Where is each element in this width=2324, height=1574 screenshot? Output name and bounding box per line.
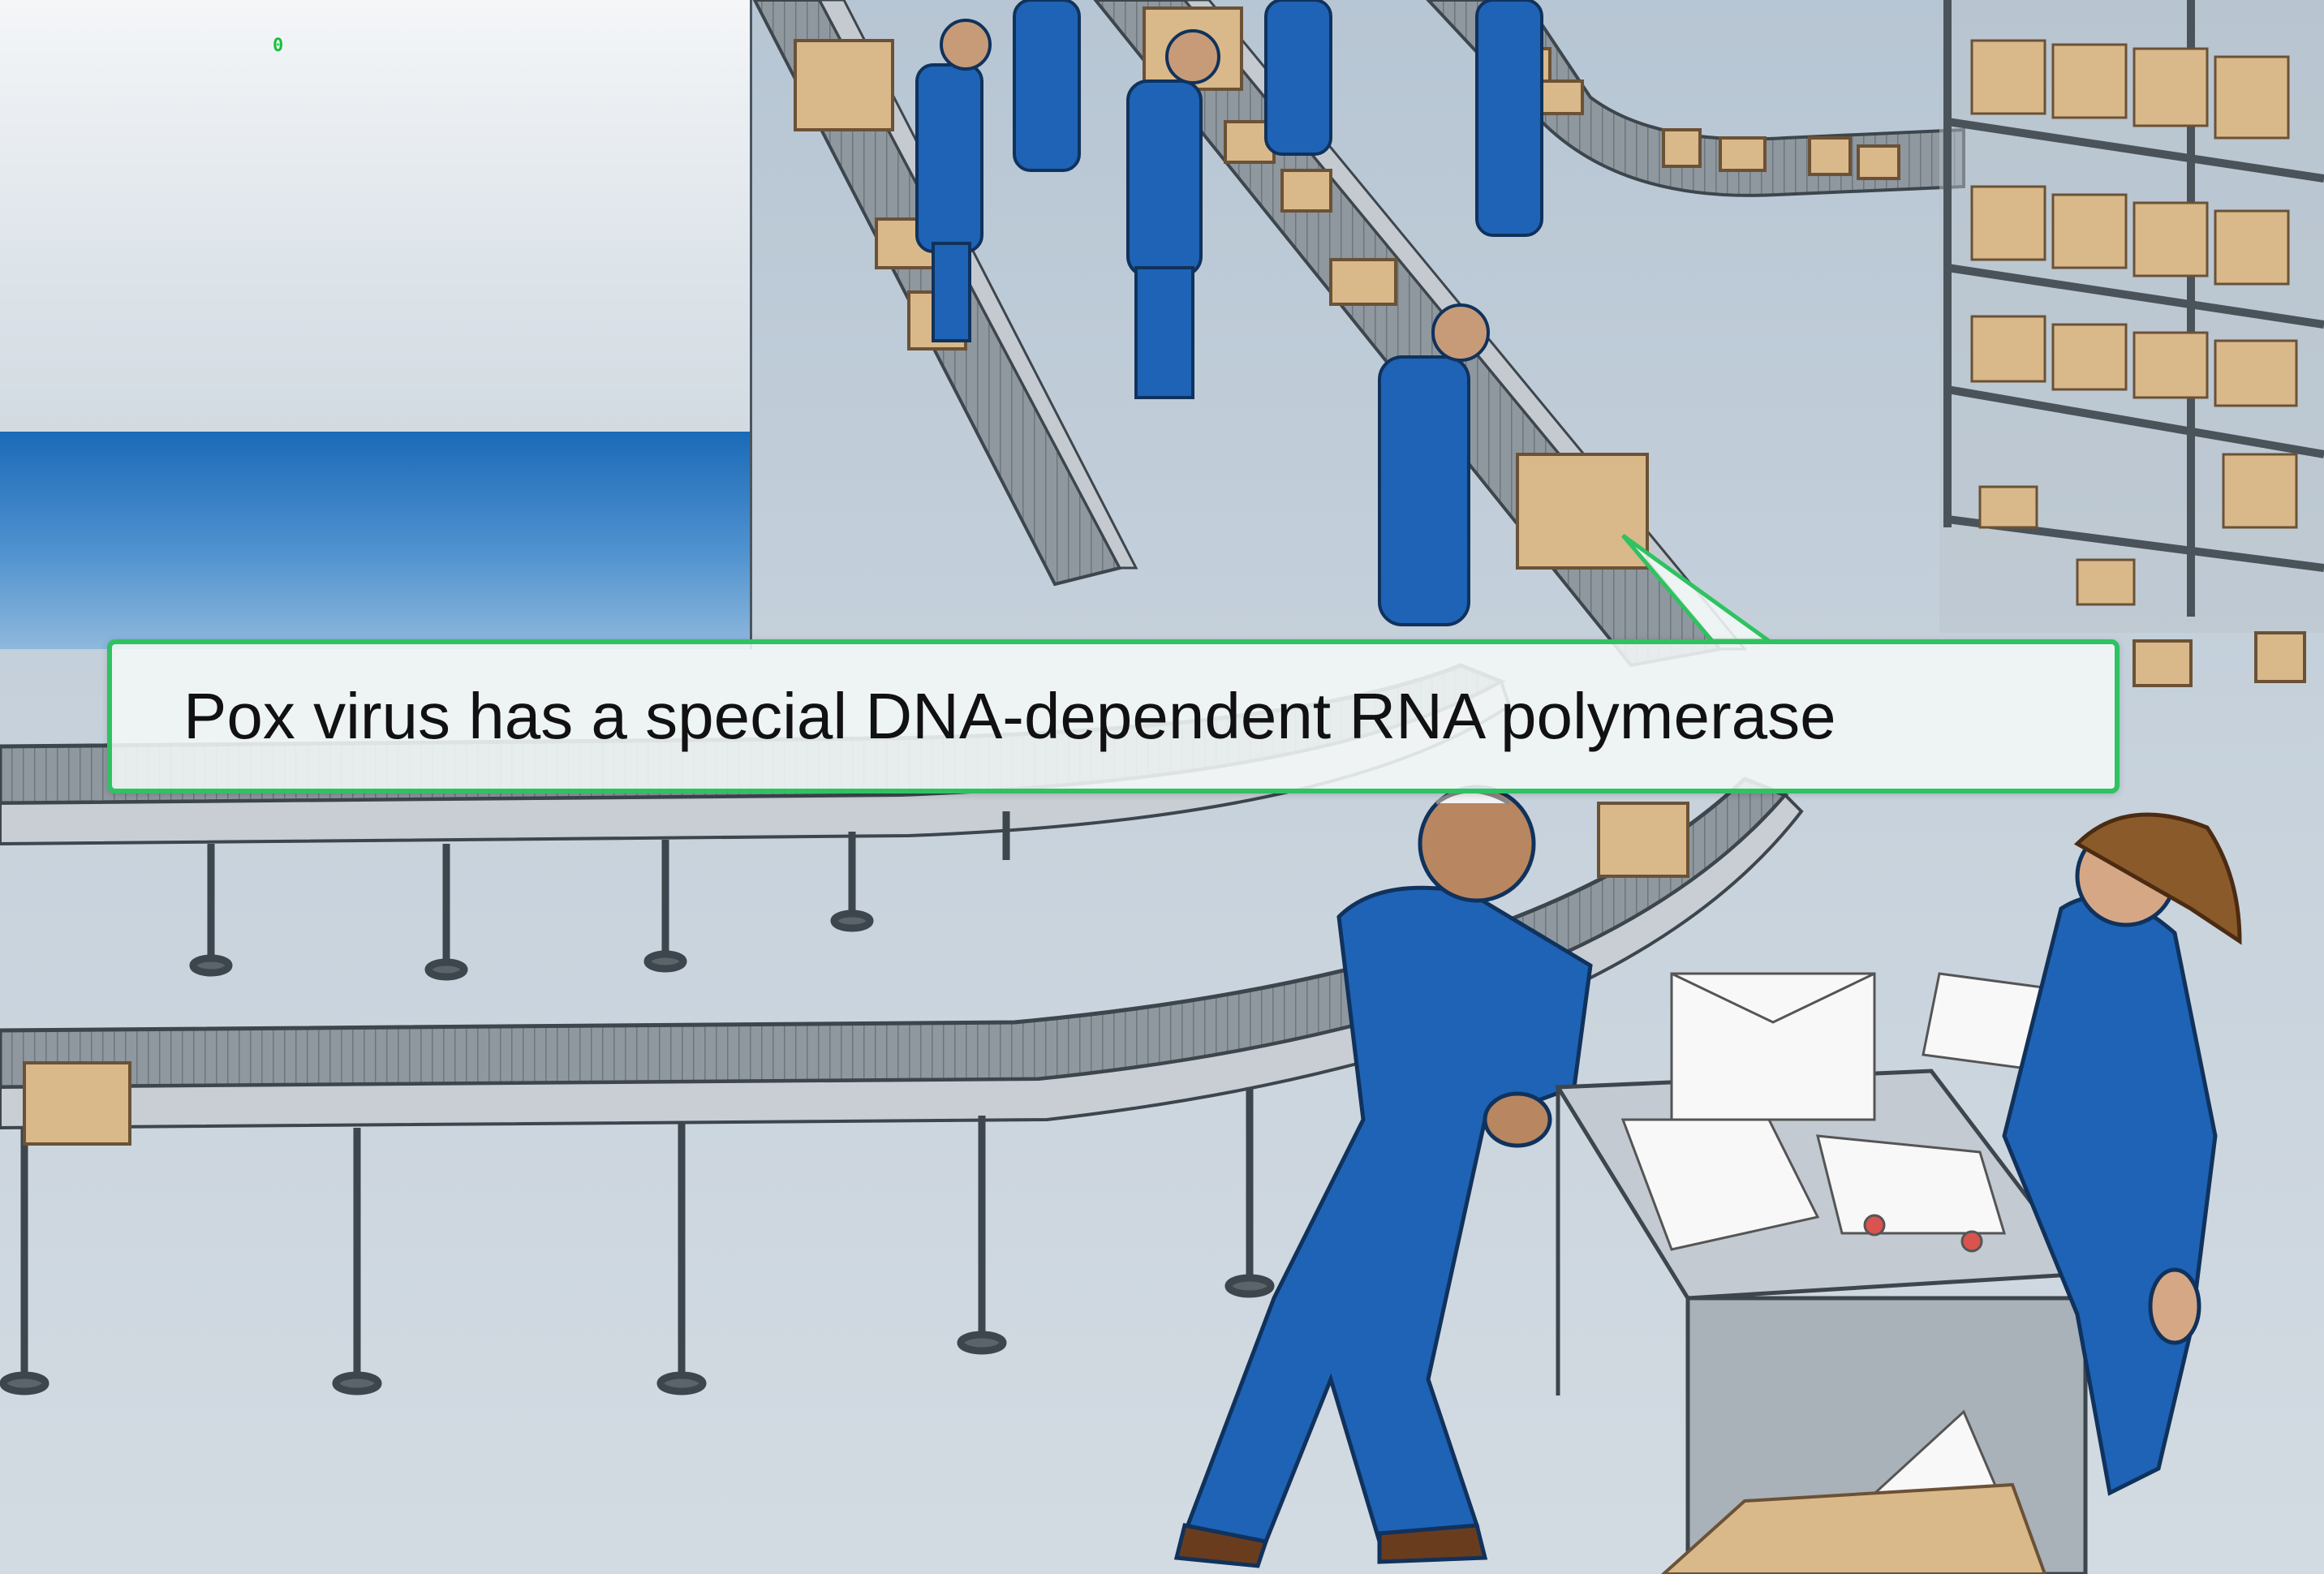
storage-shelves xyxy=(1939,0,2324,633)
caption-text: Pox virus has a special DNA-dependent RN… xyxy=(183,680,1836,752)
caption-box: Pox virus has a special DNA-dependent RN… xyxy=(107,639,2120,793)
video-frame: 0 Pox virus has a special DNA-dependent … xyxy=(0,0,2324,1574)
blue-band xyxy=(0,432,750,649)
frame-counter: 0 xyxy=(273,36,284,56)
side-panel: 0 xyxy=(0,0,752,649)
